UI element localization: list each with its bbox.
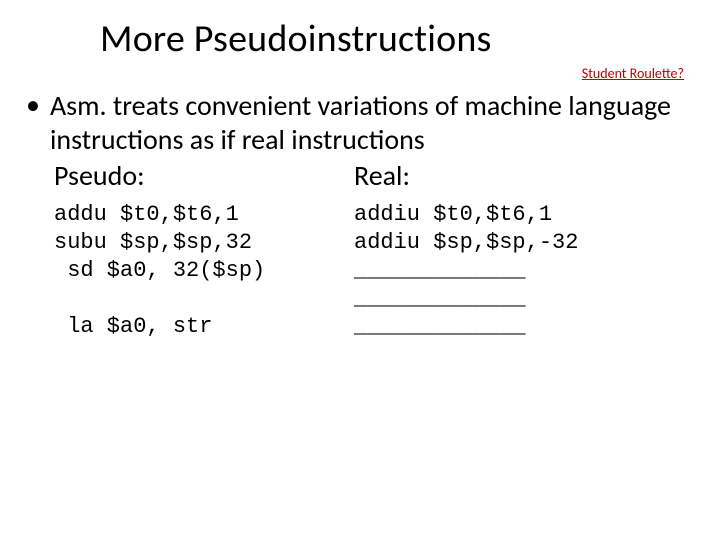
body: • Asm. treats convenient variations of m…	[30, 89, 690, 341]
student-roulette-link[interactable]: Student Roulette?	[582, 65, 684, 82]
label-real: Real:	[354, 159, 410, 193]
label-pseudo: Pseudo:	[54, 159, 354, 193]
code-real: addiu $t0,$t6,1 addiu $sp,$sp,-32 ______…	[354, 201, 578, 341]
page-title: More Pseudoinstructions	[100, 16, 690, 62]
column-labels: Pseudo: Real:	[30, 159, 690, 193]
bullet-item: • Asm. treats convenient variations of m…	[30, 89, 690, 157]
code-pseudo: addu $t0,$t6,1 subu $sp,$sp,32 sd $a0, 3…	[54, 201, 354, 341]
bullet-text: Asm. treats convenient variations of mac…	[50, 89, 690, 157]
slide: More Pseudoinstructions Student Roulette…	[0, 0, 720, 540]
link-row: Student Roulette?	[30, 64, 690, 83]
code-area: addu $t0,$t6,1 subu $sp,$sp,32 sd $a0, 3…	[30, 201, 690, 341]
bullet-dot-icon: •	[26, 89, 40, 121]
